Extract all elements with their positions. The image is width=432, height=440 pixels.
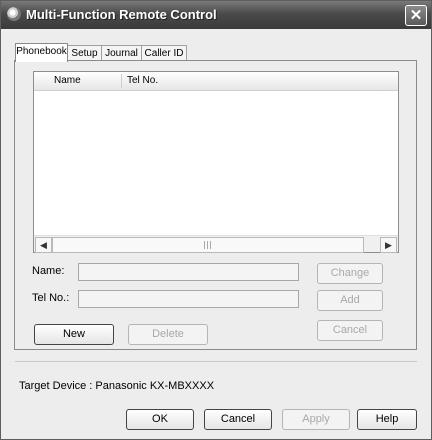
- grip-icon: [204, 241, 212, 249]
- scroll-thumb[interactable]: [52, 237, 364, 253]
- tab-setup[interactable]: Setup: [67, 45, 102, 61]
- phonebook-list[interactable]: Name Tel No. ◀ ▶: [33, 71, 399, 253]
- scroll-right-button[interactable]: ▶: [380, 237, 397, 253]
- close-button[interactable]: ✕: [405, 5, 427, 26]
- dialog-window: Multi-Function Remote Control ✕ Phoneboo…: [0, 0, 432, 440]
- delete-button[interactable]: Delete: [128, 324, 208, 345]
- tab-journal[interactable]: Journal: [101, 45, 142, 61]
- name-label: Name:: [32, 265, 65, 277]
- column-divider[interactable]: [121, 74, 122, 88]
- remote-control-icon: [7, 7, 21, 21]
- change-button[interactable]: Change: [317, 263, 383, 284]
- cancel-edit-button[interactable]: Cancel: [317, 320, 383, 341]
- apply-button[interactable]: Apply: [282, 409, 350, 430]
- tab-caller-id[interactable]: Caller ID: [141, 45, 187, 61]
- ok-button[interactable]: OK: [126, 409, 194, 430]
- list-header: Name Tel No.: [34, 72, 398, 91]
- help-button[interactable]: Help: [357, 409, 417, 430]
- title-bar[interactable]: Multi-Function Remote Control ✕: [1, 1, 431, 29]
- tab-phonebook[interactable]: Phonebook: [15, 43, 68, 62]
- arrow-right-icon: ▶: [385, 240, 392, 250]
- column-header-name[interactable]: Name: [54, 72, 124, 90]
- window-title: Multi-Function Remote Control: [26, 7, 217, 22]
- divider: [15, 361, 417, 362]
- column-header-tel[interactable]: Tel No.: [127, 72, 227, 90]
- close-icon: ✕: [409, 7, 423, 24]
- arrow-left-icon: ◀: [40, 240, 47, 250]
- horizontal-scrollbar[interactable]: ◀ ▶: [34, 235, 398, 253]
- name-field[interactable]: [78, 263, 299, 281]
- phonebook-panel: Name Tel No. ◀ ▶ Name: Change Tel No.: A…: [14, 60, 417, 350]
- target-device-label: Target Device : Panasonic KX-MBXXXX: [19, 380, 215, 392]
- tel-field[interactable]: [78, 290, 299, 308]
- tel-label: Tel No.:: [32, 292, 70, 304]
- cancel-button[interactable]: Cancel: [204, 409, 272, 430]
- add-button[interactable]: Add: [317, 290, 383, 311]
- scroll-left-button[interactable]: ◀: [35, 237, 52, 253]
- new-button[interactable]: New: [34, 324, 114, 345]
